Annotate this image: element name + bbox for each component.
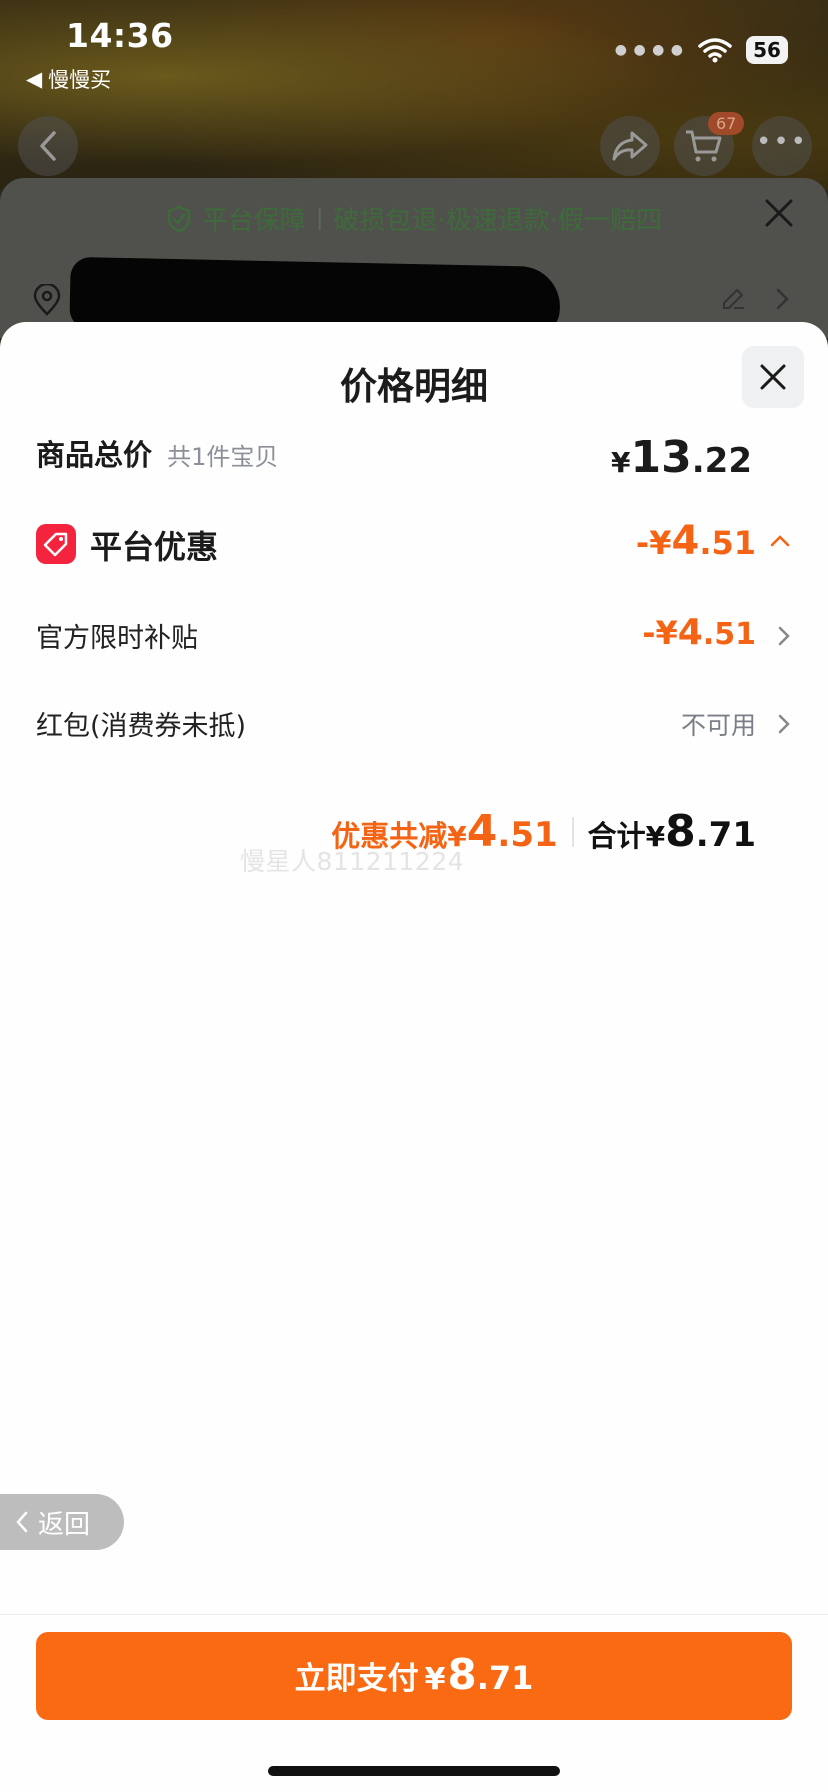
goods-total-price: ¥13.22 [611,432,752,483]
cart-count-badge: 67 [708,112,745,135]
price-tag-icon [36,524,76,564]
back-app-name: 慢慢买 [48,68,112,92]
status-back-to-app[interactable]: ◀ 慢慢买 [26,64,111,94]
price-detail-sheet: 价格明细 商品总价 共1件宝贝 ¥13.22 平台优惠 -¥4.51 官方限时补… [0,322,828,1792]
status-indicators: ● ● ● ● 56 [615,36,788,64]
chevron-left-icon [40,131,56,161]
address-row[interactable] [32,256,796,340]
price-decimal: .71 [695,815,756,855]
chevron-right-icon [776,288,789,310]
share-icon [612,131,648,161]
platform-discount-label: 平台优惠 [90,528,219,566]
edit-pencil-icon [723,289,744,309]
price-decimal: .51 [497,815,558,855]
currency-symbol: ¥ [645,820,666,853]
shield-check-icon [167,205,191,232]
back-label: 返回 [38,1509,91,1540]
discount-sign: -¥ [635,524,672,562]
currency-symbol: ¥ [611,446,631,479]
official-subsidy-amount: -¥4.51 [642,612,756,653]
dimmed-order-card: 平台保障 | 破损包退·极速退款·假一赔四 [0,178,828,340]
price-integer: 4 [671,518,700,564]
guarantee-detail: 破损包退·极速退款·假一赔四 [333,206,662,236]
signal-icon: ● ● ● ● [614,42,684,58]
goods-total-label: 商品总价 [36,438,153,472]
home-indicator[interactable] [268,1766,560,1776]
currency-symbol: ¥ [424,1662,446,1697]
platform-discount-row[interactable]: 平台优惠 -¥4.51 [36,518,792,574]
bottom-divider [0,1614,828,1615]
cart-button[interactable]: 67 [674,112,745,176]
red-packet-status: 不可用 [680,711,756,740]
price-integer: 4 [466,806,498,857]
summary-divider [571,816,574,847]
price-integer: 13 [630,432,692,483]
price-integer: 8 [447,1650,477,1699]
pay-now-button[interactable]: 立即支付 ¥8.71 [36,1632,792,1720]
chevron-right-icon [778,714,790,734]
goods-total-row: 商品总价 共1件宝贝 ¥13.22 [36,432,792,488]
battery-icon: 56 [746,36,788,64]
price-decimal: .22 [691,441,752,481]
product-top-nav: 67 ••• [0,112,828,184]
chevron-left-icon [16,1511,28,1533]
guarantee-separator: | [316,206,324,231]
floating-back-button[interactable]: 返回 [0,1494,124,1550]
location-pin-icon [33,284,61,316]
user-watermark: 慢星人811211224 [240,847,465,876]
goods-count-label: 共1件宝贝 [167,443,279,471]
pay-now-label: 立即支付 [294,1661,419,1697]
close-icon[interactable] [762,196,796,230]
close-icon [760,364,786,390]
nav-back-button[interactable] [18,116,78,176]
red-packet-row[interactable]: 红包(消费券未抵) 不可用 [36,700,792,750]
official-subsidy-label: 官方限时补贴 [36,623,198,654]
share-button[interactable] [600,116,660,176]
chevron-up-icon[interactable] [768,532,792,548]
more-dots-icon: ••• [755,127,808,157]
price-decimal: .51 [699,524,756,562]
price-decimal: .51 [702,617,756,652]
platform-guarantee-banner: 平台保障 | 破损包退·极速退款·假一赔四 [0,200,828,237]
wifi-icon [698,38,732,63]
guarantee-title: 平台保障 [202,206,307,236]
price-integer: 8 [665,806,696,857]
grand-total-amount: ¥8.71 [646,806,756,857]
back-triangle-icon: ◀ [26,67,43,91]
status-time: 14:36 [66,16,174,55]
price-decimal: .71 [476,1659,534,1697]
discount-sign: -¥ [642,614,678,652]
grand-total-label: 合计 [587,819,646,853]
chevron-right-icon [778,626,790,646]
sheet-close-button[interactable] [742,346,804,408]
more-button[interactable]: ••• [752,116,812,176]
sheet-title: 价格明细 [340,365,488,408]
official-subsidy-row[interactable]: 官方限时补贴 -¥4.51 [36,612,792,662]
price-integer: 4 [677,612,703,653]
status-bar: 14:36 ◀ 慢慢买 ● ● ● ● 56 [0,0,828,100]
red-packet-label: 红包(消费券未抵) [36,711,247,742]
platform-discount-amount: -¥4.51 [636,518,756,564]
